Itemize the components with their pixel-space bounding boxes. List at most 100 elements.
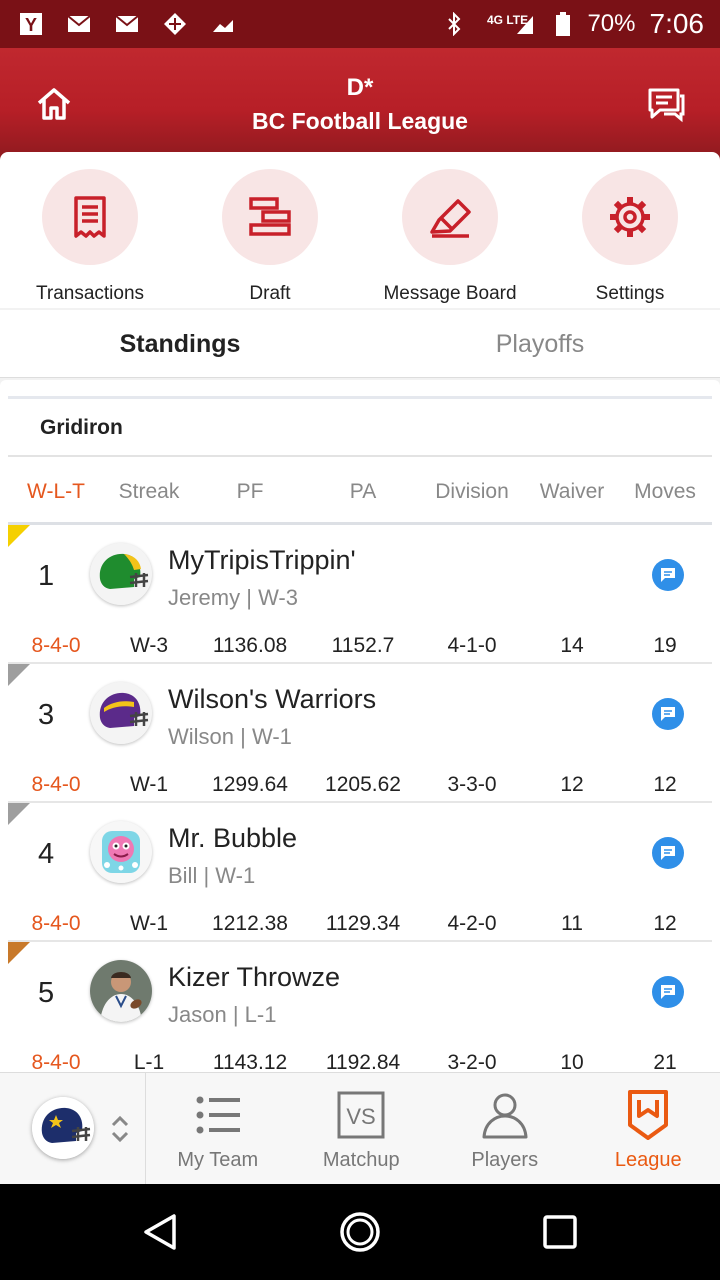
division-value: 4-2-0 <box>447 912 497 935</box>
divider <box>8 455 712 457</box>
team-avatar[interactable] <box>90 960 152 1022</box>
manager-streak: Jason | L-1 <box>168 1002 277 1027</box>
moves-value: 19 <box>653 634 677 657</box>
league-actions: Transactions Draft Message Board Setting… <box>0 152 720 308</box>
mail-icon <box>112 12 142 36</box>
sports-icon <box>160 12 190 36</box>
rank: 4 <box>38 838 55 870</box>
standings-card: Gridiron W-L-T Streak PF PA Division Wai… <box>0 380 720 1072</box>
svg-text:Y: Y <box>25 15 37 35</box>
pa-value: 1152.7 <box>331 634 395 657</box>
team-name[interactable]: Wilson's Warriors <box>168 684 376 715</box>
team-avatar[interactable] <box>90 543 152 605</box>
switch-team-arrows-icon[interactable] <box>110 1113 130 1145</box>
nav-matchup[interactable]: VS Matchup <box>290 1073 434 1184</box>
column-waiver[interactable]: Waiver <box>540 480 605 504</box>
moves-value: 12 <box>653 912 677 935</box>
message-icon[interactable] <box>652 559 684 591</box>
nav-players[interactable]: Players <box>433 1073 577 1184</box>
nav-my-team[interactable]: My Team <box>146 1073 290 1184</box>
streak-value: L-1 <box>133 1051 165 1072</box>
team-switcher[interactable] <box>0 1073 146 1185</box>
message-board-button[interactable]: Message Board <box>360 152 540 308</box>
manager-streak: Wilson | W-1 <box>168 724 292 749</box>
message-board-label: Message Board <box>383 283 517 304</box>
pf-value: 1299.64 <box>212 773 288 796</box>
team-name[interactable]: Kizer Throwze <box>168 962 340 993</box>
manager-streak: Bill | W-1 <box>168 863 256 888</box>
waiver-value: 14 <box>560 634 584 657</box>
back-icon[interactable] <box>140 1212 180 1252</box>
message-icon[interactable] <box>652 837 684 869</box>
recent-apps-icon[interactable] <box>540 1212 580 1252</box>
streak-value: W-3 <box>129 634 169 657</box>
rank: 5 <box>38 977 55 1009</box>
waiver-value: 10 <box>560 1051 584 1072</box>
divider <box>8 396 712 399</box>
draft-button[interactable]: Draft <box>180 152 360 308</box>
svg-text:VS: VS <box>347 1104 376 1129</box>
my-team-logo[interactable] <box>32 1097 94 1159</box>
league-badge-icon <box>628 1090 669 1140</box>
pf-value: 1136.08 <box>212 634 288 657</box>
settings-button[interactable]: Settings <box>540 152 720 308</box>
chat-icon[interactable] <box>646 84 686 124</box>
waiver-value: 12 <box>560 773 584 796</box>
team-avatar[interactable] <box>90 682 152 744</box>
trend-icon <box>208 12 238 36</box>
nav-label: My Team <box>177 1149 259 1171</box>
message-icon[interactable] <box>652 976 684 1008</box>
column-pa[interactable]: PA <box>350 480 376 504</box>
rank: 1 <box>38 560 55 592</box>
league-header: D* BC Football League <box>0 48 720 160</box>
home-icon[interactable] <box>34 84 74 124</box>
table-row[interactable]: 1 MyTripisTrippin' Jeremy | W-3 8-4-0 W-… <box>8 525 712 664</box>
pencil-icon <box>402 169 498 265</box>
standings-column-headers: W-L-T Streak PF PA Division Waiver Moves <box>8 458 712 524</box>
yahoo-icon: Y <box>16 12 46 36</box>
pf-value: 1212.38 <box>212 912 288 935</box>
pa-value: 1129.34 <box>325 912 401 935</box>
rank: 3 <box>38 699 55 731</box>
division-value: 4-1-0 <box>447 634 497 657</box>
record-value: 8-4-0 <box>31 773 81 796</box>
rank-flag <box>8 664 30 686</box>
team-name[interactable]: Mr. Bubble <box>168 823 297 854</box>
column-streak[interactable]: Streak <box>119 480 180 504</box>
mail-icon <box>64 12 94 36</box>
nav-label: League <box>614 1149 682 1171</box>
transactions-label: Transactions <box>35 283 145 304</box>
division-value: 3-2-0 <box>447 1051 497 1072</box>
column-pf[interactable]: PF <box>237 480 264 504</box>
bluetooth-icon <box>439 12 469 36</box>
transactions-button[interactable]: Transactions <box>0 152 180 308</box>
record-value: 8-4-0 <box>31 1051 81 1072</box>
nav-label: Players <box>471 1149 539 1171</box>
person-icon <box>482 1093 528 1139</box>
message-icon[interactable] <box>652 698 684 730</box>
bottom-nav: My Team VS Matchup Players League <box>0 1072 720 1185</box>
team-avatar[interactable] <box>90 821 152 883</box>
rank-flag <box>8 942 30 964</box>
tab-standings[interactable]: Standings <box>0 310 360 377</box>
tab-playoffs[interactable]: Playoffs <box>360 310 720 377</box>
streak-value: W-1 <box>129 773 169 796</box>
nav-league[interactable]: League <box>577 1073 720 1184</box>
table-row[interactable]: 3 Wilson's Warriors Wilson | W-1 8-4-0 W… <box>8 664 712 803</box>
column-division[interactable]: Division <box>435 480 509 504</box>
table-row[interactable]: 4 Mr. Bubble Bill | W-1 8-4-0 W-1 1212.3… <box>8 803 712 942</box>
versus-icon: VS <box>337 1091 385 1139</box>
home-circle-icon[interactable] <box>340 1212 380 1252</box>
draft-label: Draft <box>249 283 291 304</box>
team-name[interactable]: MyTripisTrippin' <box>168 545 356 576</box>
list-icon <box>196 1096 240 1134</box>
rank-flag <box>8 803 30 825</box>
clock: 7:06 <box>649 8 705 39</box>
svg-text:4G LTE: 4G LTE <box>487 13 528 27</box>
column-moves[interactable]: Moves <box>634 480 696 504</box>
column-record[interactable]: W-L-T <box>27 480 85 504</box>
manager-streak: Jeremy | W-3 <box>168 585 298 610</box>
table-row[interactable]: 5 Kizer Throwze Jason | L-1 8-4-0 L-1 11… <box>8 942 712 1072</box>
rank-flag <box>8 525 30 547</box>
signal-icon: 4G LTE <box>483 12 539 36</box>
